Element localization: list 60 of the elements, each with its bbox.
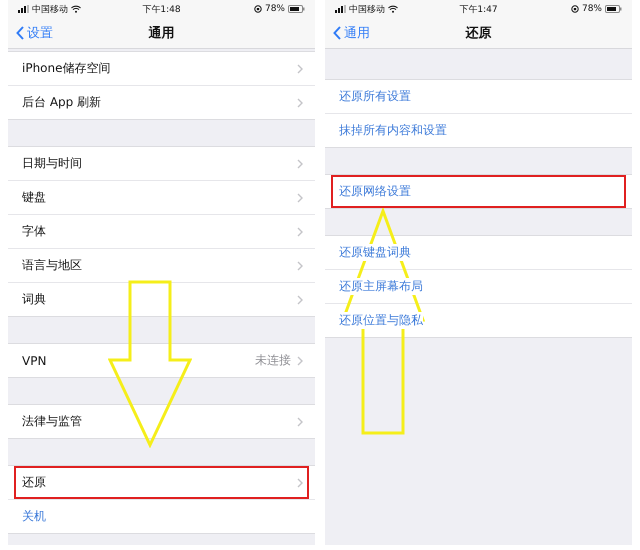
settings-row[interactable]: iPhone储存空间: [8, 52, 315, 85]
status-time: 下午1:47: [459, 4, 498, 16]
carrier-name: 中国移动: [32, 4, 68, 16]
settings-row[interactable]: 还原: [8, 466, 315, 499]
settings-row[interactable]: 关机: [8, 499, 315, 533]
chevron-icon: [297, 294, 303, 304]
back-chevron-icon: [16, 26, 24, 40]
back-link[interactable]: 设置: [16, 24, 148, 42]
rotation-lock-icon: [254, 5, 262, 13]
chevron-icon: [297, 226, 303, 236]
settings-row[interactable]: 语言与地区: [8, 248, 315, 282]
rotation-lock-icon: [570, 5, 579, 13]
battery-percent: 78%: [582, 4, 602, 14]
wifi-icon: [71, 5, 81, 13]
row-label: iPhone储存空间: [22, 60, 111, 77]
row-label: 还原键盘词典: [339, 244, 411, 261]
row-label: 抹掉所有内容和设置: [339, 122, 447, 139]
settings-row[interactable]: 法律与监管: [8, 405, 315, 438]
row-label: 后台 App 刷新: [22, 94, 102, 111]
signal-icon: [335, 5, 346, 13]
settings-row[interactable]: 还原所有设置: [325, 80, 632, 113]
settings-row[interactable]: VPN 未连接: [8, 344, 315, 377]
chevron-icon: [297, 478, 303, 488]
row-label: 字体: [22, 223, 46, 240]
row-label: 还原位置与隐私: [339, 312, 423, 329]
chevron-icon: [297, 158, 303, 168]
status-time: 下午1:48: [142, 4, 181, 16]
battery-percent: 78%: [264, 4, 285, 14]
chevron-icon: [297, 192, 303, 202]
chevron-icon: [297, 416, 303, 426]
chevron-icon: [297, 64, 303, 74]
settings-row[interactable]: 日期与时间: [8, 147, 315, 180]
wifi-icon: [388, 5, 398, 13]
settings-row[interactable]: 还原网络设置: [325, 175, 632, 208]
back-link[interactable]: 通用: [333, 24, 466, 42]
back-chevron-icon: [333, 26, 341, 40]
signal-icon: [18, 5, 29, 13]
row-label: 语言与地区: [22, 257, 82, 274]
nav-title: 通用: [148, 25, 174, 42]
settings-row[interactable]: 键盘: [8, 180, 315, 214]
chevron-icon: [297, 98, 303, 108]
row-label: 词典: [22, 291, 46, 308]
settings-row[interactable]: 还原键盘词典: [325, 236, 632, 269]
row-label: VPN: [22, 354, 46, 368]
nav-title: 还原: [466, 25, 492, 42]
settings-row[interactable]: 抹掉所有内容和设置: [325, 113, 632, 147]
settings-row[interactable]: 词典: [8, 282, 315, 316]
battery-icon: [288, 5, 305, 13]
row-value: 未连接: [255, 352, 291, 369]
chevron-icon: [297, 356, 303, 366]
chevron-icon: [297, 260, 303, 270]
row-label: 还原主屏幕布局: [339, 278, 423, 295]
row-label: 日期与时间: [22, 155, 82, 172]
settings-row[interactable]: 字体: [8, 214, 315, 248]
carrier-name: 中国移动: [349, 4, 385, 16]
row-label: 法律与监管: [22, 413, 82, 430]
settings-row[interactable]: 还原位置与隐私: [325, 303, 632, 337]
battery-icon: [605, 5, 622, 13]
settings-row[interactable]: 还原主屏幕布局: [325, 269, 632, 303]
settings-row[interactable]: 后台 App 刷新: [8, 85, 315, 119]
